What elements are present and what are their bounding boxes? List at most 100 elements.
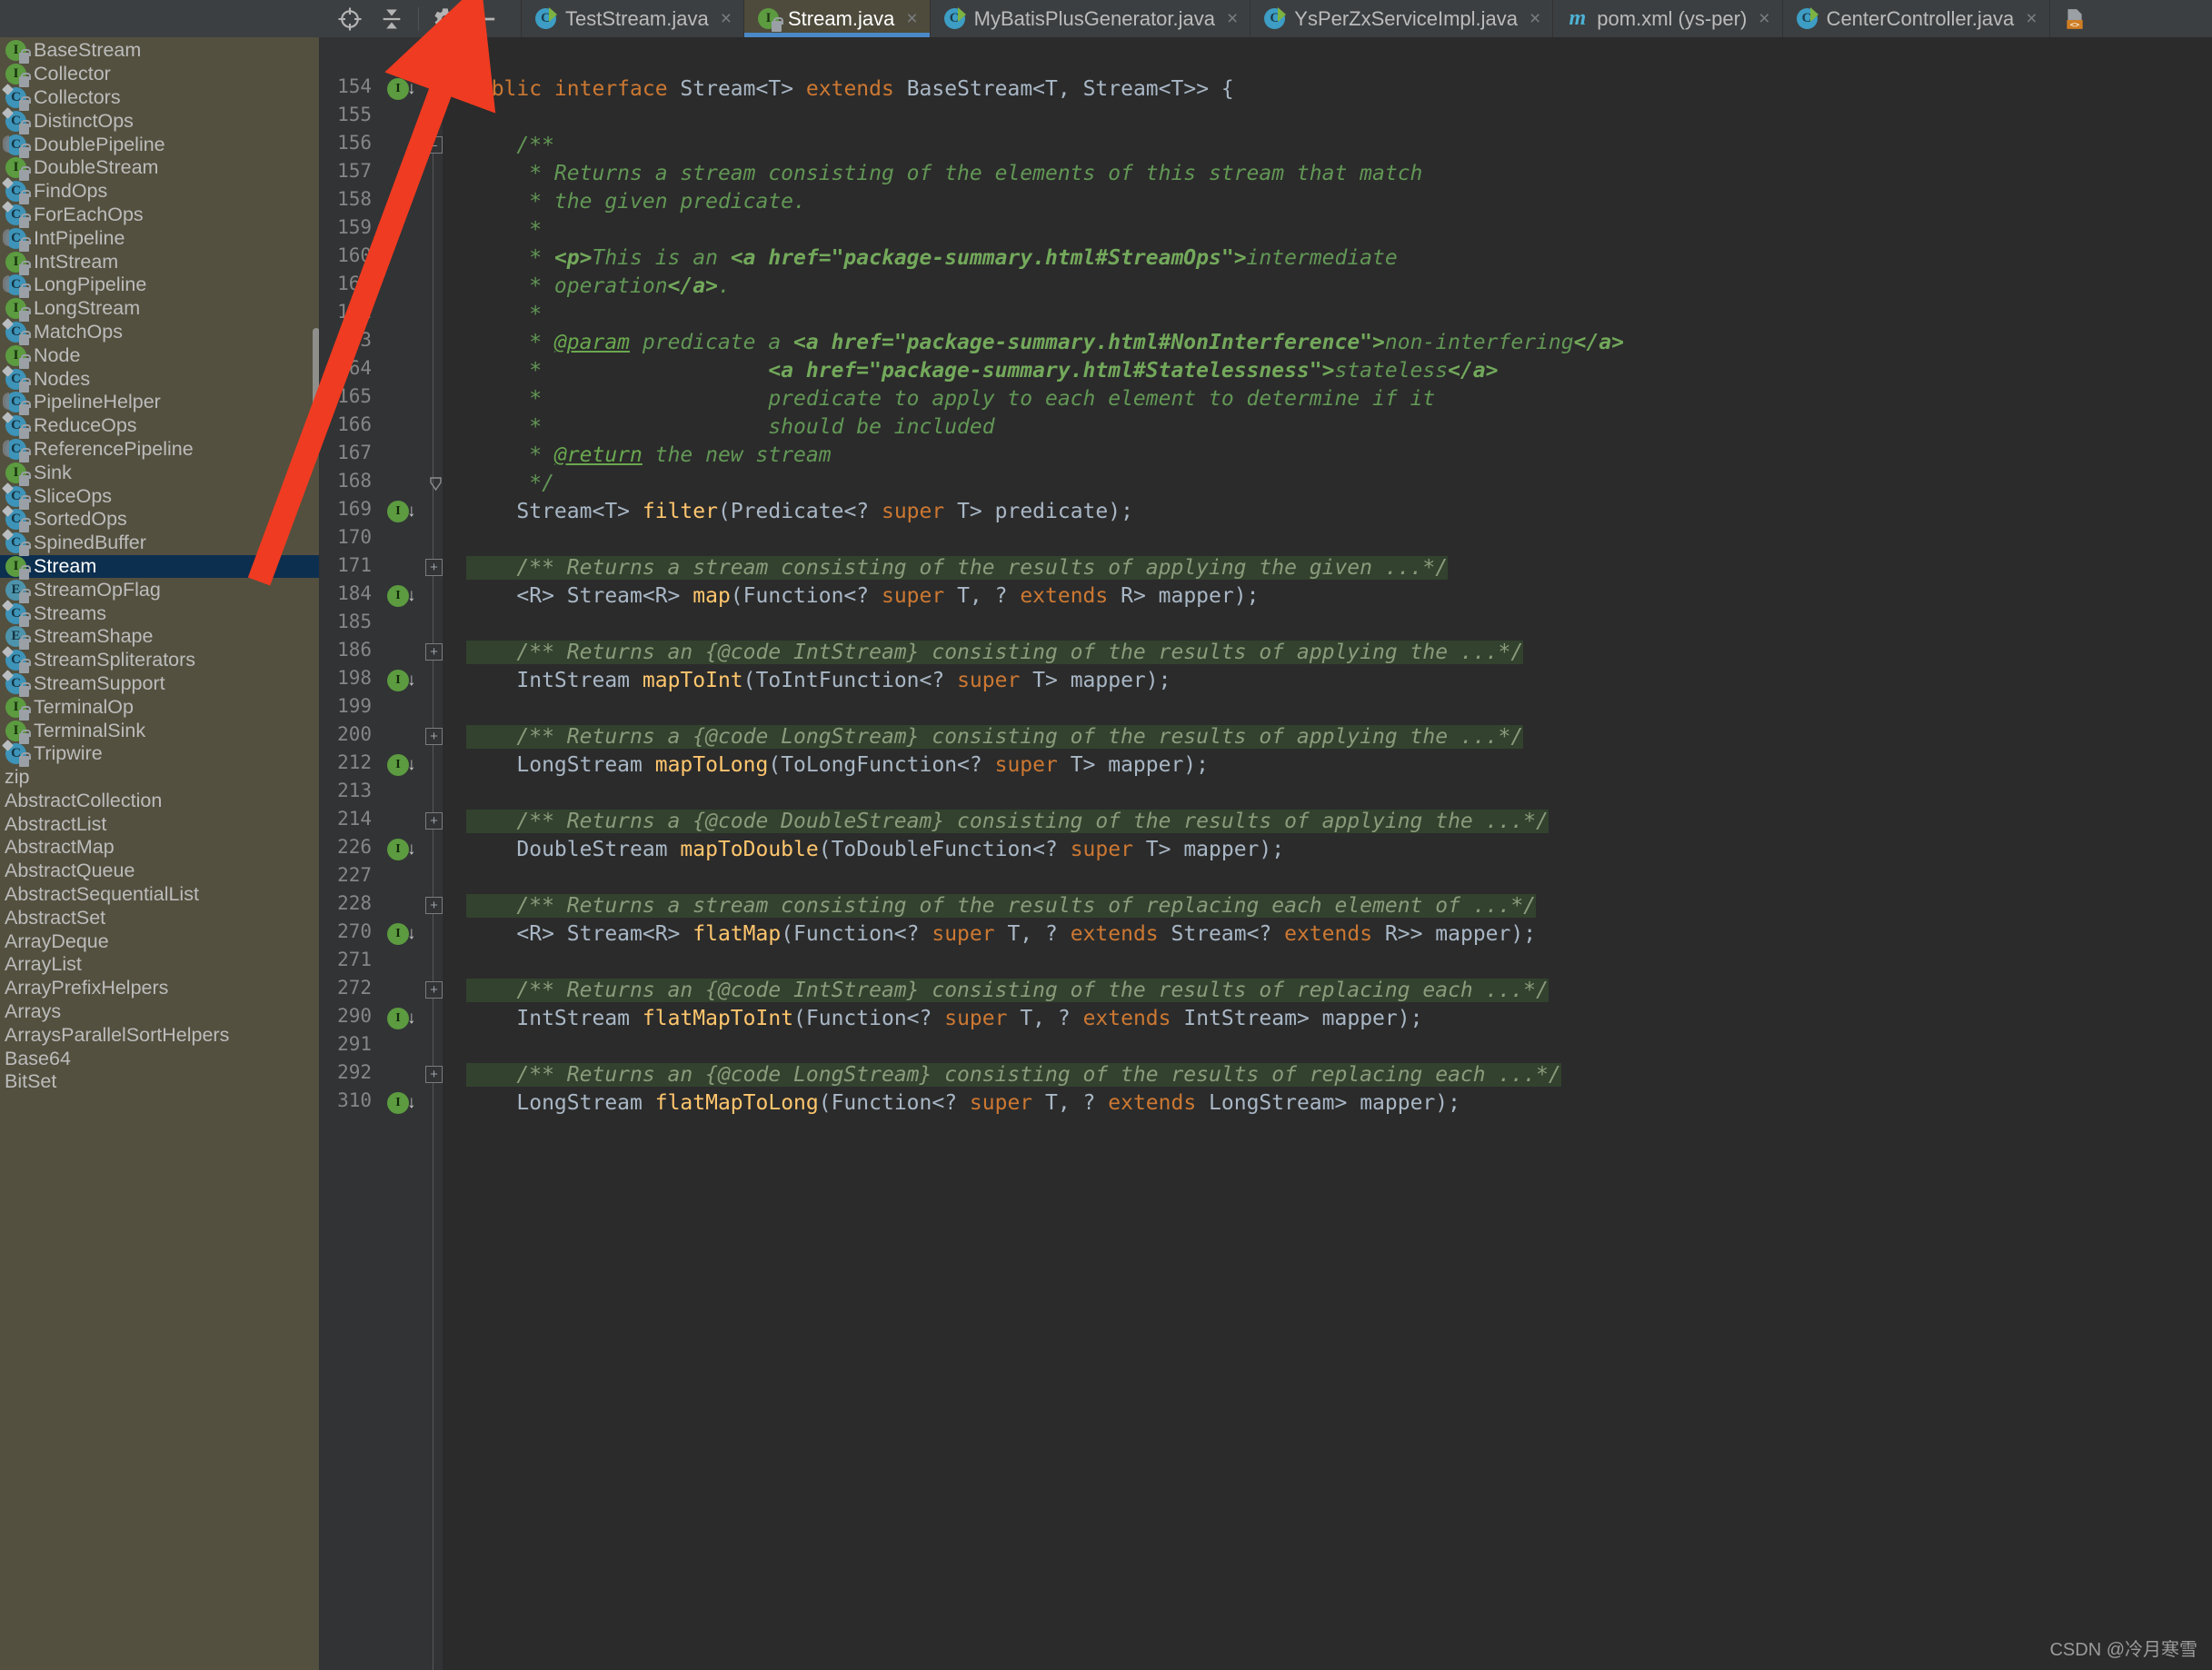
sidebar-item-arrays[interactable]: Arrays xyxy=(0,1000,320,1024)
sidebar-item-terminalsink[interactable]: I TerminalSink xyxy=(0,719,320,744)
implementation-marker-icon[interactable]: I ↓ xyxy=(387,501,416,522)
implementation-marker-icon[interactable]: I ↓ xyxy=(387,670,416,691)
sidebar-item-longstream[interactable]: I LongStream xyxy=(0,297,320,323)
sidebar-item-streamopflag[interactable]: E StreamOpFlag xyxy=(0,578,320,603)
sidebar-item-doublepipeline[interactable]: C DoublePipeline xyxy=(0,133,320,158)
collapse-all-icon[interactable] xyxy=(371,0,413,37)
sidebar-item-reduceops[interactable]: C ReduceOps xyxy=(0,412,320,440)
sidebar-item-spinedbuffer[interactable]: C SpinedBuffer xyxy=(0,529,320,557)
sidebar-item-distinctops[interactable]: C DistinctOps xyxy=(0,106,320,134)
sidebar-item-abstractqueue[interactable]: AbstractQueue xyxy=(0,860,320,883)
sidebar-item-bitset[interactable]: BitSet xyxy=(0,1070,320,1094)
sidebar-item-streamsupport[interactable]: C StreamSupport xyxy=(0,670,320,697)
close-icon[interactable]: × xyxy=(1759,9,1769,28)
sidebar-item-arraysparallelsorthelpers[interactable]: ArraysParallelSortHelpers xyxy=(0,1023,320,1047)
code-line[interactable]: * <a href="package-summary.html#Stateles… xyxy=(466,357,1498,385)
sidebar-item-tripwire[interactable]: C Tripwire xyxy=(0,740,320,768)
code-content[interactable]: public interface Stream<T> extends BaseS… xyxy=(443,37,2212,1670)
minimize-icon[interactable] xyxy=(466,0,508,37)
close-icon[interactable]: × xyxy=(906,9,917,28)
code-line[interactable]: * Returns a stream consisting of the ele… xyxy=(466,160,1422,188)
fold-expand-icon[interactable]: + xyxy=(425,812,443,830)
sidebar-item-referencepipeline[interactable]: C ReferencePipeline xyxy=(0,438,320,462)
editor-tab-pomxml[interactable]: m pom.xml (ys-per) × xyxy=(1552,0,1781,37)
sidebar-item-node[interactable]: I Node xyxy=(0,343,320,369)
code-line[interactable]: * @param predicate a <a href="package-su… xyxy=(466,329,1624,357)
sidebar-item-matchops[interactable]: C MatchOps xyxy=(0,318,320,345)
project-tree[interactable]: I BaseStream I Collector C Collectors C Distinc… xyxy=(0,37,320,1670)
code-line[interactable]: /** Returns an {@code IntStream} consist… xyxy=(466,977,1549,1005)
folded-comment[interactable]: /** Returns a {@code DoubleStream} consi… xyxy=(466,810,1549,833)
code-line[interactable]: /** Returns a {@code LongStream} consist… xyxy=(466,723,1524,751)
sidebar-item-stream[interactable]: I Stream xyxy=(0,554,320,580)
code-line[interactable]: /** xyxy=(466,132,554,160)
close-icon[interactable]: × xyxy=(2026,9,2037,28)
sidebar-item-zip[interactable]: zip xyxy=(0,766,320,790)
close-icon[interactable]: × xyxy=(1529,9,1540,28)
folded-comment[interactable]: /** Returns an {@code LongStream} consis… xyxy=(466,1063,1561,1087)
fold-expand-icon[interactable]: + xyxy=(425,728,443,745)
code-line[interactable]: * @return the new stream xyxy=(466,442,831,470)
fold-end-icon[interactable] xyxy=(430,477,442,495)
fold-expand-icon[interactable]: + xyxy=(425,559,443,576)
sidebar-item-base64[interactable]: Base64 xyxy=(0,1047,320,1070)
code-line[interactable]: LongStream flatMapToLong(Function<? supe… xyxy=(466,1089,1460,1118)
code-line[interactable]: LongStream mapToLong(ToLongFunction<? su… xyxy=(466,751,1209,780)
code-line[interactable]: /** Returns an {@code LongStream} consis… xyxy=(466,1061,1561,1089)
editor-tab-mybatisplusgenerator[interactable]: C MyBatisPlusGenerator.java × xyxy=(929,0,1250,37)
editor-tab-xmlfile[interactable]: <> xyxy=(2048,0,2098,37)
sidebar-item-intstream[interactable]: I IntStream xyxy=(0,250,320,275)
code-line[interactable]: * xyxy=(466,301,542,329)
sidebar-item-collectors[interactable]: C Collectors xyxy=(0,84,320,111)
sidebar-item-streamshape[interactable]: E StreamShape xyxy=(0,625,320,651)
sidebar-item-abstractset[interactable]: AbstractSet xyxy=(0,906,320,929)
sidebar-item-arraydeque[interactable]: ArrayDeque xyxy=(0,929,320,953)
code-line[interactable]: IntStream mapToInt(ToIntFunction<? super… xyxy=(466,667,1171,695)
code-line[interactable]: <R> Stream<R> map(Function<? super T, ? … xyxy=(466,582,1259,611)
folded-comment[interactable]: /** Returns an {@code IntStream} consist… xyxy=(466,979,1549,1002)
implementation-marker-icon[interactable]: I ↓ xyxy=(387,78,416,100)
locate-icon[interactable] xyxy=(329,0,371,37)
implementation-marker-icon[interactable]: I ↓ xyxy=(387,923,416,945)
implementation-marker-icon[interactable]: I ↓ xyxy=(387,839,416,860)
code-line[interactable]: * should be included xyxy=(466,413,994,442)
sidebar-item-abstractcollection[interactable]: AbstractCollection xyxy=(0,790,320,813)
editor-tab-centercontroller[interactable]: C CenterController.java × xyxy=(1781,0,2049,37)
code-line[interactable]: /** Returns a stream consisting of the r… xyxy=(466,892,1537,920)
implementation-marker-icon[interactable]: I ↓ xyxy=(387,1008,416,1029)
sidebar-item-streamspliterators[interactable]: C StreamSpliterators xyxy=(0,646,320,674)
code-line[interactable]: <R> Stream<R> flatMap(Function<? super T… xyxy=(466,920,1536,949)
gear-icon[interactable] xyxy=(424,0,466,37)
sidebar-item-findops[interactable]: C FindOps xyxy=(0,177,320,205)
sidebar-item-sortedops[interactable]: C SortedOps xyxy=(0,505,320,533)
close-icon[interactable]: × xyxy=(1227,9,1238,28)
editor-tab-ysperzxserviceimpl[interactable]: C YsPerZxServiceImpl.java × xyxy=(1250,0,1552,37)
sidebar-item-intpipeline[interactable]: C IntPipeline xyxy=(0,226,320,252)
editor-tab-stream[interactable]: I Stream.java × xyxy=(743,0,930,37)
code-line[interactable]: * xyxy=(466,216,542,244)
folded-comment[interactable]: /** Returns an {@code IntStream} consist… xyxy=(466,641,1524,664)
sidebar-item-nodes[interactable]: C Nodes xyxy=(0,364,320,393)
fold-expand-icon[interactable]: + xyxy=(425,981,443,999)
code-line[interactable]: * operation</a>. xyxy=(466,273,731,301)
implementation-marker-icon[interactable]: I ↓ xyxy=(387,754,416,776)
sidebar-item-arraylist[interactable]: ArrayList xyxy=(0,953,320,977)
fold-collapse-icon[interactable]: − xyxy=(425,136,443,154)
code-line[interactable]: DoubleStream mapToDouble(ToDoubleFunctio… xyxy=(466,836,1284,864)
folded-comment[interactable]: /** Returns a {@code LongStream} consist… xyxy=(466,725,1524,749)
editor-tab-teststream[interactable]: C TestStream.java × xyxy=(521,0,743,37)
code-line[interactable]: public interface Stream<T> extends BaseS… xyxy=(466,75,1234,104)
code-line[interactable]: /** Returns an {@code IntStream} consist… xyxy=(466,639,1524,667)
code-line[interactable]: IntStream flatMapToInt(Function<? super … xyxy=(466,1005,1422,1033)
sidebar-item-abstractlist[interactable]: AbstractList xyxy=(0,812,320,836)
implementation-marker-icon[interactable]: I ↓ xyxy=(387,1092,416,1114)
sidebar-item-sliceops[interactable]: C SliceOps xyxy=(0,482,320,510)
implementation-marker-icon[interactable]: I ↓ xyxy=(387,585,416,607)
code-editor[interactable]: 154 I ↓ 155 156 − 157 158 159 160 161 162 163 164 165 1… xyxy=(320,37,2212,1670)
fold-expand-icon[interactable]: + xyxy=(425,1066,443,1083)
close-icon[interactable]: × xyxy=(721,9,732,28)
code-line[interactable]: * <p>This is an <a href="package-summary… xyxy=(466,244,1397,273)
sidebar-item-basestream[interactable]: I BaseStream xyxy=(0,39,320,65)
fold-expand-icon[interactable]: + xyxy=(425,643,443,661)
folded-comment[interactable]: /** Returns a stream consisting of the r… xyxy=(466,894,1537,918)
